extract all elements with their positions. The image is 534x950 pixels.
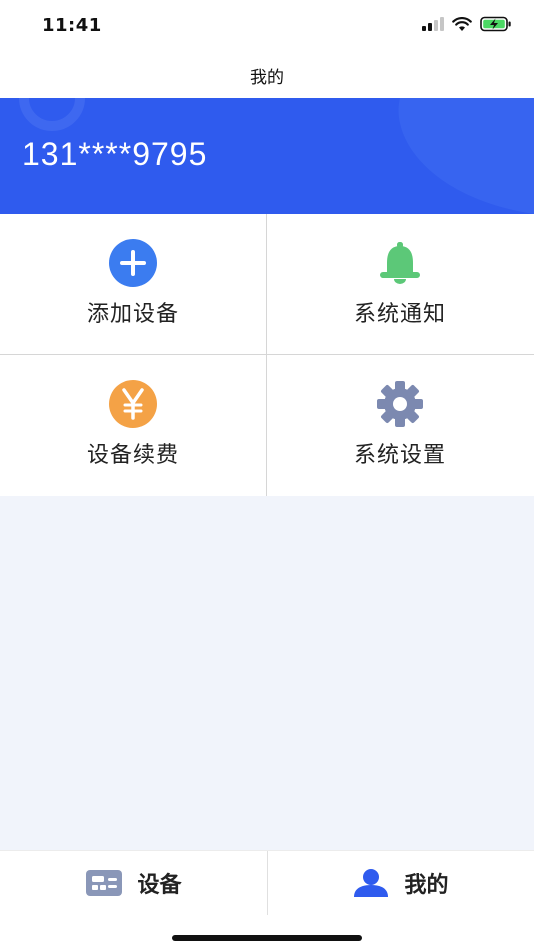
home-indicator[interactable] xyxy=(172,935,362,941)
page-title: 我的 xyxy=(250,67,284,88)
tab-devices-label: 设备 xyxy=(137,873,182,898)
grid-divider-horizontal xyxy=(0,354,534,355)
menu-grid: 添加设备 系统通知 设备续费 系统设置 xyxy=(0,214,534,496)
add-icon xyxy=(105,239,161,287)
menu-add-device-label: 添加设备 xyxy=(86,302,179,327)
nav-bar: 我的 xyxy=(0,52,534,98)
menu-device-renewal[interactable]: 设备续费 xyxy=(0,355,266,495)
battery-charging-icon xyxy=(480,16,511,32)
menu-device-renewal-label: 设备续费 xyxy=(86,443,179,468)
tab-devices[interactable]: 设备 xyxy=(0,851,267,915)
menu-system-settings[interactable]: 系统设置 xyxy=(267,355,533,495)
status-icons xyxy=(422,16,512,32)
menu-add-device[interactable]: 添加设备 xyxy=(0,214,266,354)
tab-mine[interactable]: 我的 xyxy=(267,851,534,915)
user-icon xyxy=(354,869,389,897)
tab-mine-label: 我的 xyxy=(404,873,449,898)
profile-banner: 131****9795 xyxy=(0,98,534,214)
menu-system-settings-label: 系统设置 xyxy=(353,443,446,468)
user-phone: 131****9795 xyxy=(22,136,208,172)
signal-icon xyxy=(422,17,444,31)
yen-icon xyxy=(105,380,161,428)
bell-icon xyxy=(372,240,428,286)
menu-system-notice[interactable]: 系统通知 xyxy=(267,214,533,354)
grid-divider-vertical xyxy=(266,214,267,496)
status-time: 11:41 xyxy=(42,15,102,36)
device-icon xyxy=(86,870,123,896)
wifi-icon xyxy=(452,16,472,31)
status-bar: 11:41 xyxy=(0,0,534,52)
gear-icon xyxy=(372,381,428,427)
menu-system-notice-label: 系统通知 xyxy=(353,302,446,327)
